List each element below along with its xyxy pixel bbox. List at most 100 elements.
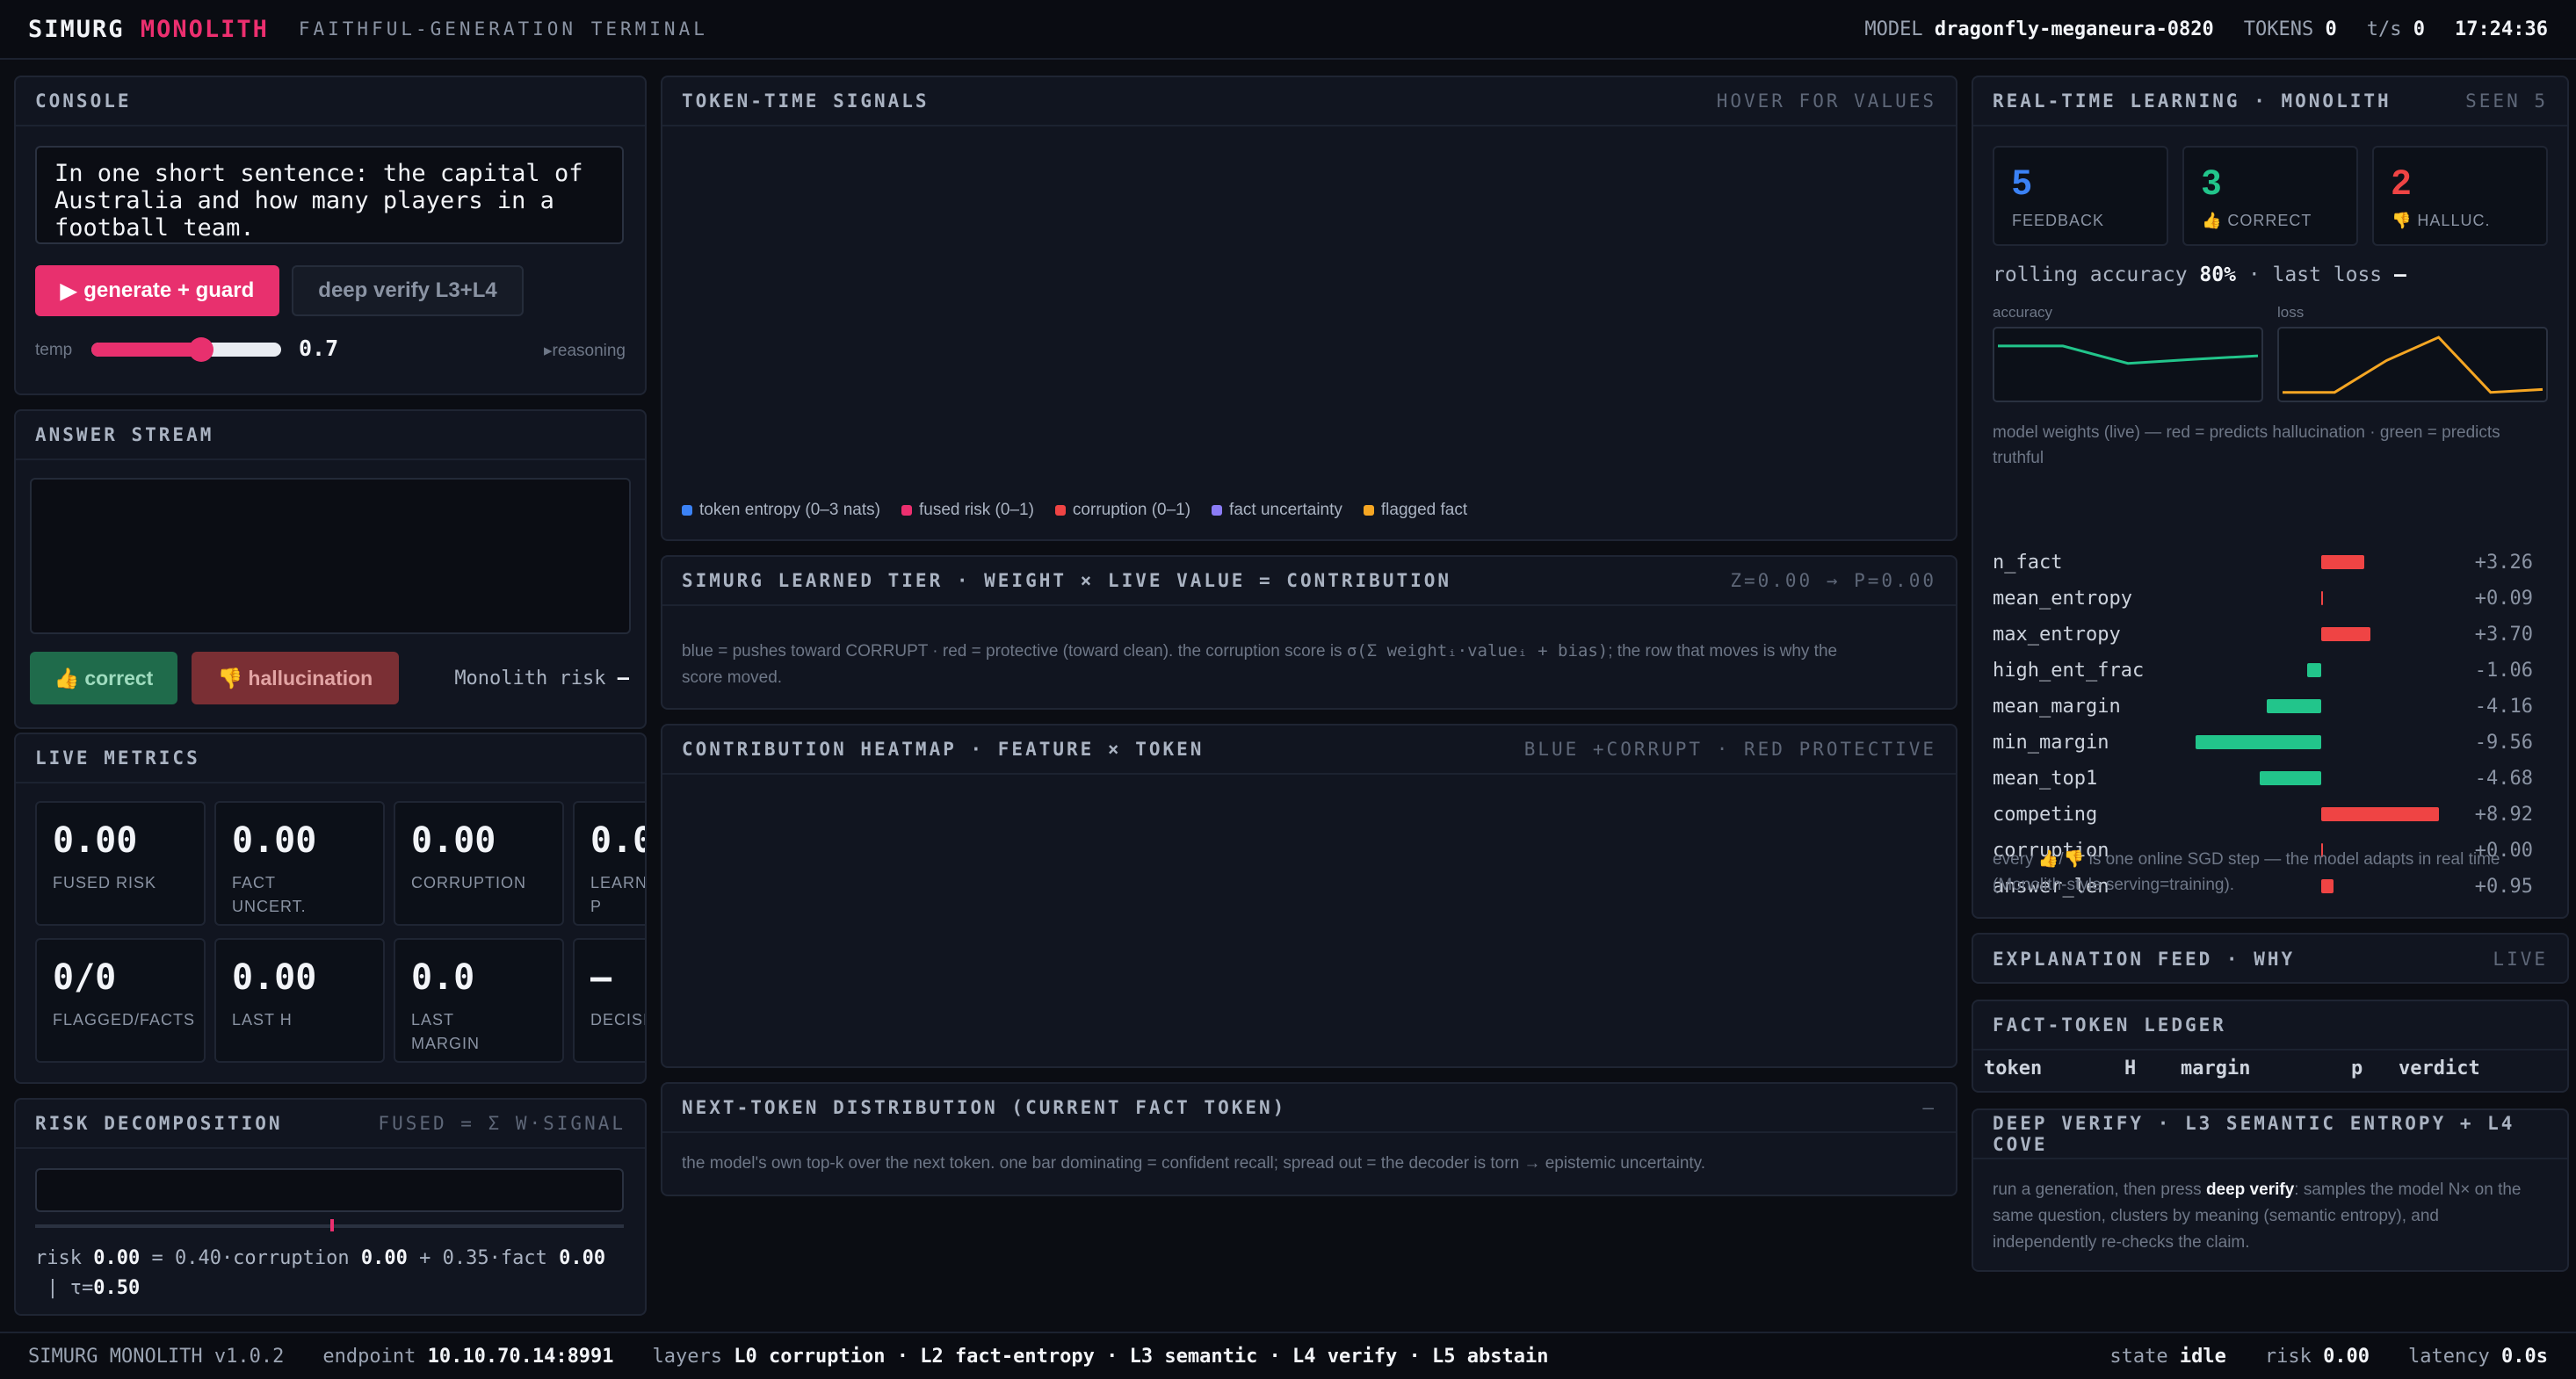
legend-label: fused risk (0–1) [918,501,1034,519]
weight-name: max_entropy [1993,624,2121,646]
hallucination-button[interactable]: 👎 hallucination [192,652,399,704]
caret-right-icon: ▸ [544,342,553,360]
signals-title: TOKEN-TIME SIGNALS HOVER FOR VALUES [662,77,1956,126]
correct-button[interactable]: 👍 correct [30,652,177,704]
metric-label: FACT UNCERT. [232,874,307,915]
risk-indicator: risk 0.00 [2264,1345,2370,1368]
risk-formula-hint: FUSED = Σ W·SIGNAL [378,1113,626,1134]
metric-value: 0.00 [411,820,496,861]
weight-row: n_fact +3.26 [1993,545,2533,581]
metric-value: 0.00 [232,820,317,861]
endpoint-indicator: endpoint 10.10.70.14:8991 [322,1345,614,1368]
weight-track [2188,807,2460,821]
heatmap-panel: CONTRIBUTION HEATMAP · FEATURE × TOKEN BL… [661,724,1957,1068]
weight-bar [2266,699,2321,713]
weight-row: mean_margin -4.16 [1993,689,2533,725]
legend-item: fused risk (0–1) [901,501,1034,520]
metric-label: FLAGGED/FACTS [53,1011,196,1029]
weight-row: high_ent_frac -1.06 [1993,653,2533,689]
weight-value: +3.70 [2474,624,2533,646]
metric-value: 0.00 [53,820,138,861]
nexttoken-title: NEXT-TOKEN DISTRIBUTION (CURRENT FACT TO… [662,1084,1956,1133]
learning-title: REAL-TIME LEARNING · MONOLITH SEEN 5 [1973,77,2567,126]
weight-name: mean_margin [1993,696,2121,718]
weight-bar [2195,735,2321,749]
status-bar: SIMURG MONOLITH v1.0.2 endpoint 10.10.70… [0,1332,2576,1379]
feedback-stat: 2 👎 HALLUC. [2372,146,2548,246]
tier-title: SIMURG LEARNED TIER · WEIGHT × LIVE VALU… [662,557,1956,606]
nexttoken-status: — [1922,1097,1936,1118]
metric-card: 0.00 FACT UNCERT. [214,801,385,926]
metric-card: 0.00 LAST H [214,938,385,1063]
weight-value: +0.09 [2474,588,2533,610]
weight-name: competing [1993,804,2098,826]
metric-card: 0.0 LAST MARGIN [394,938,564,1063]
deep-verify-button[interactable]: deep verify L3+L4 [292,265,524,316]
reasoning-toggle[interactable]: ▸reasoning [544,341,626,361]
weight-value: +3.26 [2474,552,2533,574]
generate-button[interactable]: ▶ generate + guard [35,265,279,316]
weight-track [2188,771,2460,785]
temp-slider[interactable] [91,337,281,362]
risk-formula: risk 0.00 = 0.40·corruption 0.00 + 0.35·… [35,1247,606,1299]
ledger-title: FACT-TOKEN LEDGER [1973,1001,2567,1050]
legend-label: token entropy (0–3 nats) [699,501,880,519]
temp-label: temp [35,341,73,359]
metric-card: 0.00 CORRUPTION [394,801,564,926]
stat-label: 👍 CORRECT [2202,212,2312,229]
metric-label: CORRUPTION [411,874,526,892]
weight-name: n_fact [1993,552,2063,574]
tps-value: 0 [2413,18,2426,40]
tier-panel: SIMURG LEARNED TIER · WEIGHT × LIVE VALU… [661,555,1957,710]
sgd-note: every 👍/👎 is one online SGD step — the m… [1993,850,2500,894]
weight-value: +8.92 [2474,804,2533,826]
tier-zp: Z=0.00 → P=0.00 [1730,570,1936,591]
top-bar: SIMURG MONOLITH FAITHFUL-GENERATION TERM… [0,0,2576,60]
weight-name: mean_top1 [1993,768,2098,790]
generate-label: generate + guard [83,278,255,302]
legend-swatch [901,504,912,516]
metric-card: 0.00 FUSED RISK [35,801,206,926]
explain-title: EXPLANATION FEED · WHY LIVE [1993,949,2548,970]
layers-indicator: layers L0 corruption · L2 fact-entropy ·… [652,1345,1549,1368]
clock: 17:24:36 [2455,18,2548,40]
weight-name: min_margin [1993,732,2109,754]
weight-name: mean_entropy [1993,588,2132,610]
metric-card: 0/0 FLAGGED/FACTS [35,938,206,1063]
weight-value: -4.68 [2474,768,2533,790]
metric-label: DECISION [590,1011,645,1029]
metric-label: LEARNEDP [590,874,647,915]
temp-slider-handle[interactable] [189,337,214,362]
accuracy-sparkline [1993,327,2263,402]
console-panel: CONSOLE In one short sentence: the capit… [14,76,647,395]
legend-swatch [682,504,692,516]
metric-card: — DECISION [573,938,645,1063]
weight-track [2188,735,2460,749]
legend-swatch [1212,504,1223,516]
app-subtitle: FAITHFUL-GENERATION TERMINAL [298,18,708,40]
tier-note: blue = pushes toward CORRUPT · red = pro… [682,641,1838,687]
legend-swatch [1363,504,1374,516]
legend-item: flagged fact [1363,501,1467,520]
metric-label: LAST MARGIN [411,1011,480,1052]
weight-bar [2259,771,2321,785]
metrics-title: LIVE METRICS [16,734,645,783]
metric-card: 0.00 LEARNEDP [573,801,647,926]
metric-label: FUSED RISK [53,874,157,892]
loss-label: loss [2277,304,2305,321]
answer-panel: ANSWER STREAM 👍 correct 👎 hallucination Mo… [14,409,647,729]
loss-sparkline [2277,327,2548,402]
weight-track [2188,699,2460,713]
metric-value: 0.00 [232,957,317,998]
answer-output [30,478,631,634]
weight-row: competing +8.92 [1993,797,2533,833]
risk-title: RISK DECOMPOSITION FUSED = Σ W·SIGNAL [16,1100,645,1149]
prompt-input[interactable]: In one short sentence: the capital of Au… [35,146,624,244]
legend-label: corruption (0–1) [1072,501,1191,519]
weight-row: max_entropy +3.70 [1993,617,2533,653]
model-indicator: MODEL dragonfly-meganeura-0820 [1864,18,2214,40]
nexttoken-panel: NEXT-TOKEN DISTRIBUTION (CURRENT FACT TO… [661,1082,1957,1196]
risk-bar [35,1168,624,1212]
deep-verify-note: run a generation, then press deep verify… [1993,1180,2522,1252]
metric-value: — [590,957,612,998]
